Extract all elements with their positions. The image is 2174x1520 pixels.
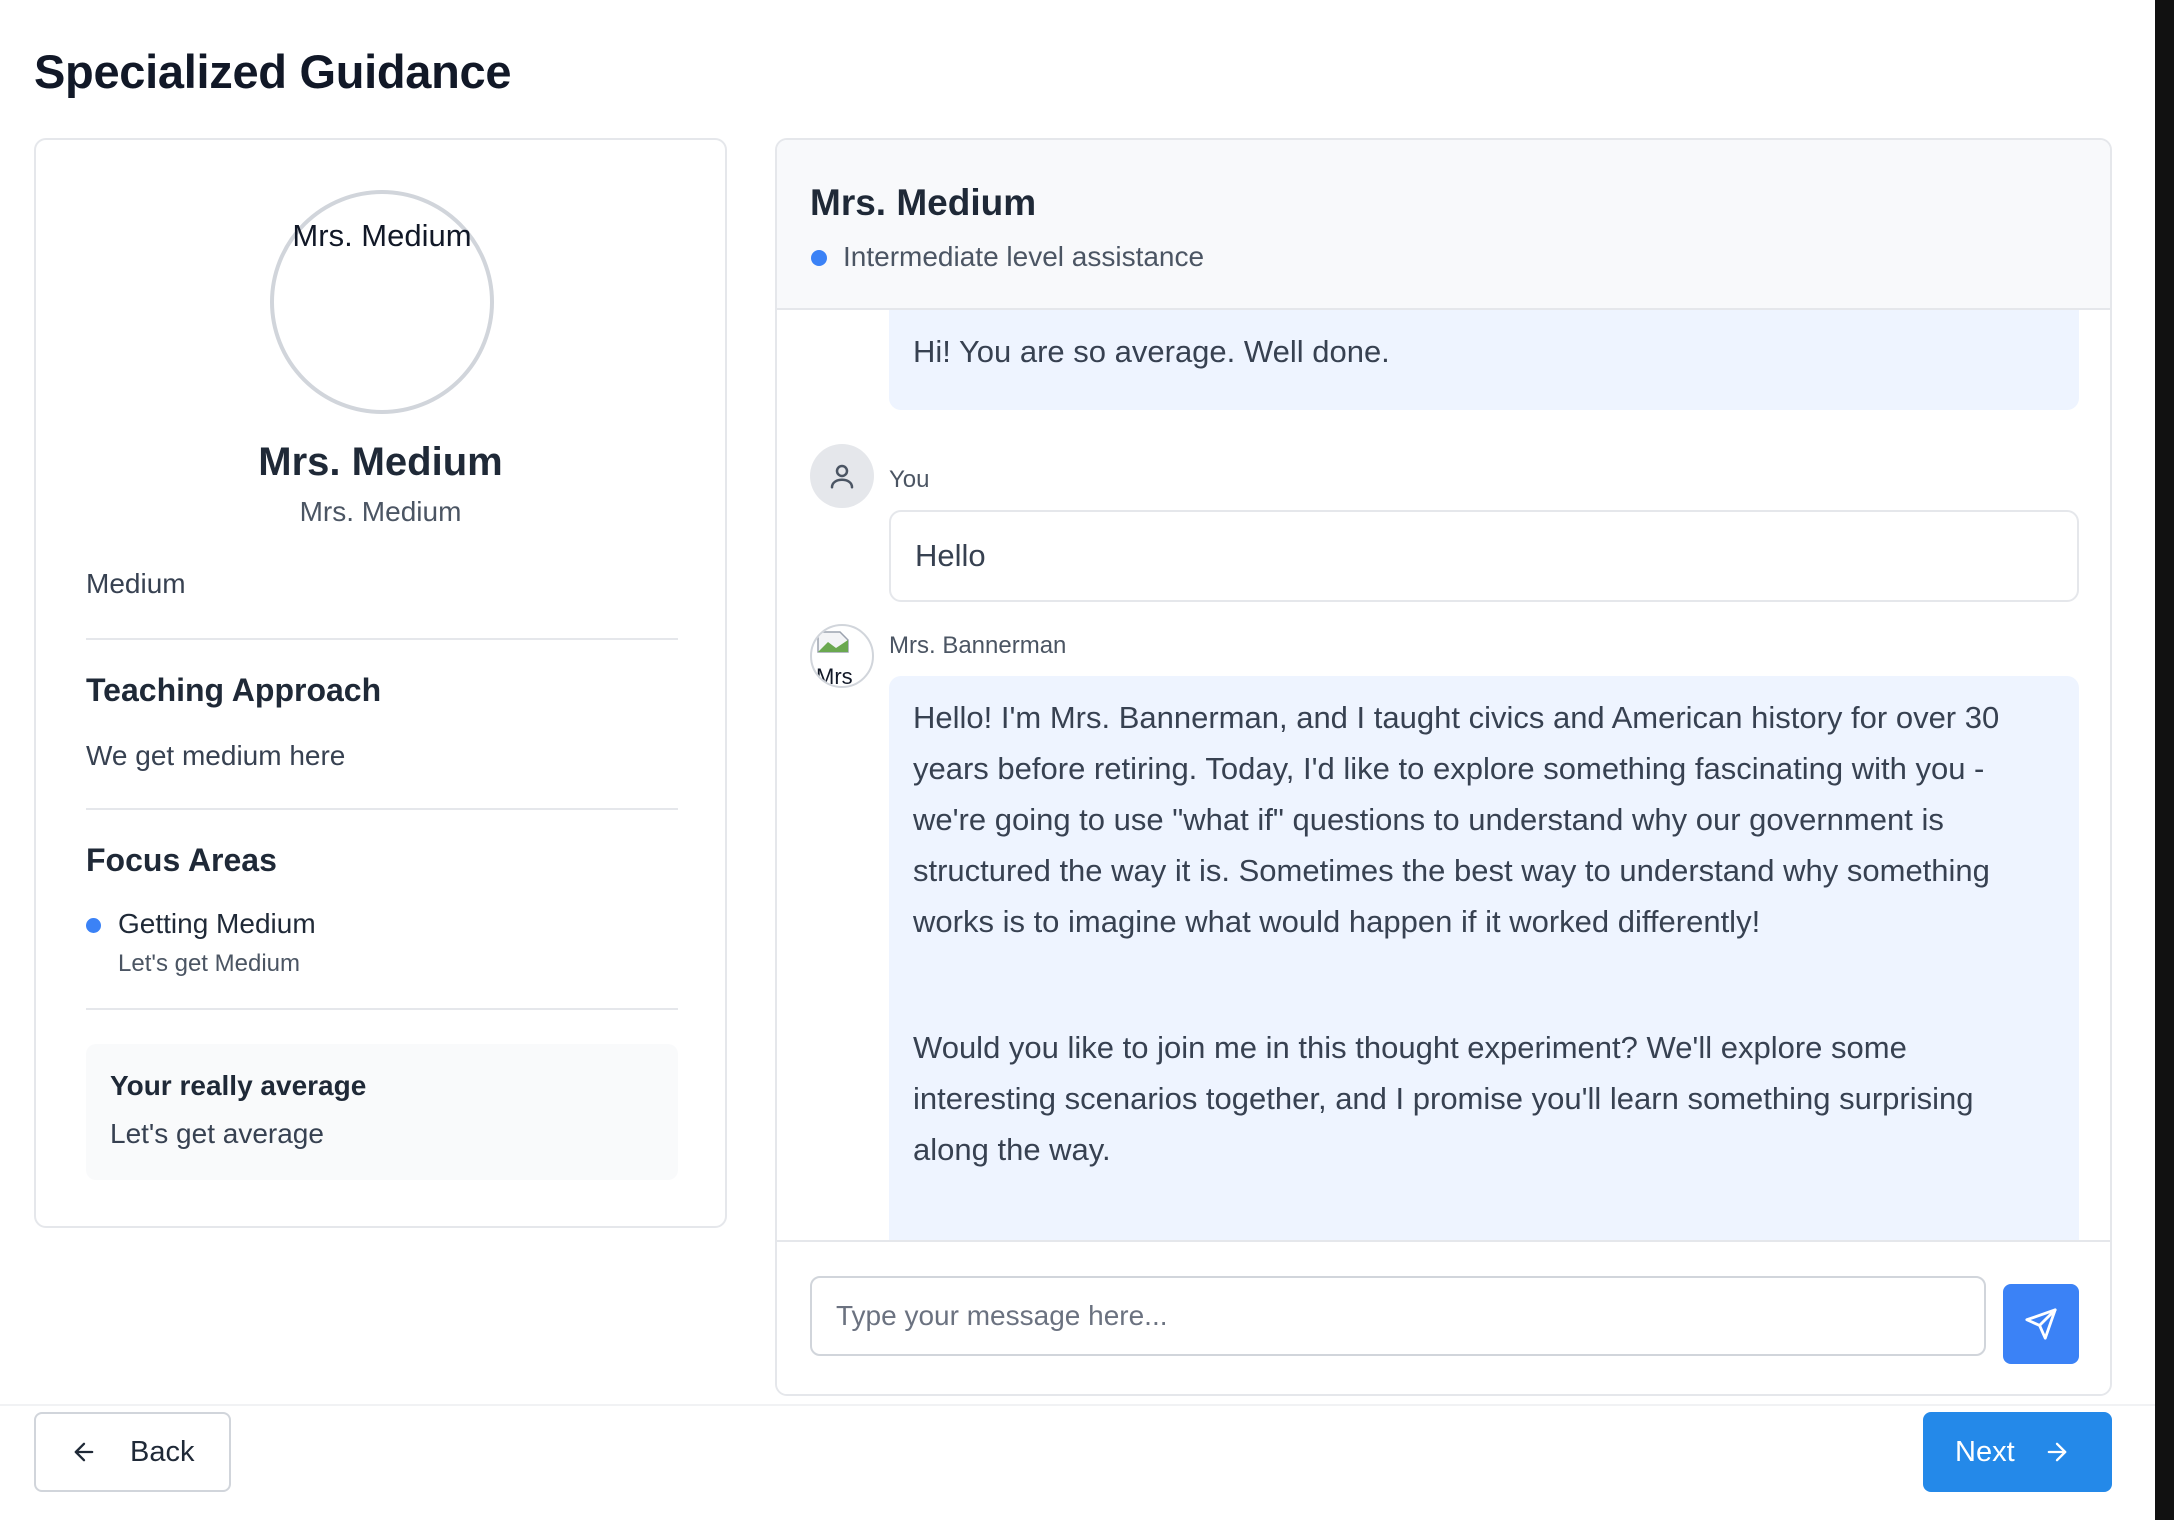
message-sender: You — [889, 466, 930, 493]
page-title: Specialized Guidance — [34, 45, 512, 98]
focus-area-title: Getting Medium — [118, 908, 316, 939]
message-sender: Mrs. Bannerman — [889, 632, 1067, 659]
arrow-right-icon — [2047, 1442, 2066, 1462]
back-button-label: Back — [130, 1435, 195, 1468]
send-icon — [2025, 1308, 2057, 1340]
assistant-message-bubble: Hello! I'm Mrs. Bannerman, and I taught … — [889, 676, 2079, 1240]
message-input[interactable] — [810, 1276, 1986, 1356]
divider — [86, 808, 678, 810]
note-text: Let's get average — [110, 1118, 324, 1149]
window-edge — [2155, 0, 2174, 1520]
tutor-level: Medium — [86, 568, 186, 599]
chat-tutor-name: Mrs. Medium — [810, 182, 1037, 223]
chat-composer — [777, 1240, 2110, 1394]
send-button[interactable] — [2003, 1284, 2079, 1364]
user-avatar — [810, 444, 874, 508]
message-text: Hi! You are so average. Well done. — [913, 334, 1390, 369]
chat-header: Mrs. Medium Intermediate level assistanc… — [777, 140, 2110, 310]
status-dot-icon — [811, 250, 827, 266]
tutor-avatar: Mrs. Medium — [270, 190, 494, 414]
chat-status: Intermediate level assistance — [843, 241, 1205, 272]
assistant-avatar-alt-text: Mrs — [816, 664, 853, 688]
message-paragraph: Hello! I'm Mrs. Bannerman, and I taught … — [913, 700, 2000, 939]
footer-divider — [0, 1404, 2174, 1406]
back-button[interactable]: Back — [34, 1412, 231, 1492]
tutor-profile-card: Mrs. Medium Mrs. Medium Mrs. Medium Medi… — [34, 138, 727, 1228]
message-paragraph: Would you like to join me in this though… — [913, 1030, 1974, 1167]
broken-image-icon — [817, 631, 849, 653]
teaching-approach-heading: Teaching Approach — [86, 672, 382, 708]
arrow-left-icon — [74, 1442, 94, 1462]
chat-message-list[interactable]: Hi! You are so average. Well done. You H… — [777, 310, 2110, 1240]
note-title: Your really average — [110, 1070, 367, 1101]
focus-areas-heading: Focus Areas — [86, 842, 277, 878]
tutor-subtitle: Mrs. Medium — [299, 496, 462, 527]
divider — [86, 638, 678, 640]
user-icon — [830, 464, 854, 489]
chat-panel: Mrs. Medium Intermediate level assistanc… — [775, 138, 2112, 1396]
divider — [86, 1008, 678, 1010]
tutor-avatar-alt-text: Mrs. Medium — [292, 218, 472, 253]
teaching-approach-text: We get medium here — [86, 740, 346, 771]
next-button[interactable]: Next — [1923, 1412, 2112, 1492]
assistant-avatar: Mrs — [810, 624, 874, 688]
focus-bullet-icon — [86, 918, 101, 933]
user-message-bubble: Hello — [889, 510, 2079, 602]
tutor-name: Mrs. Medium — [258, 440, 503, 484]
next-button-label: Next — [1955, 1435, 2015, 1468]
note-box: Your really average Let's get average — [86, 1044, 678, 1180]
message-text: Hello — [915, 538, 986, 573]
focus-area-description: Let's get Medium — [118, 950, 301, 977]
assistant-message-bubble: Hi! You are so average. Well done. — [889, 310, 2079, 410]
